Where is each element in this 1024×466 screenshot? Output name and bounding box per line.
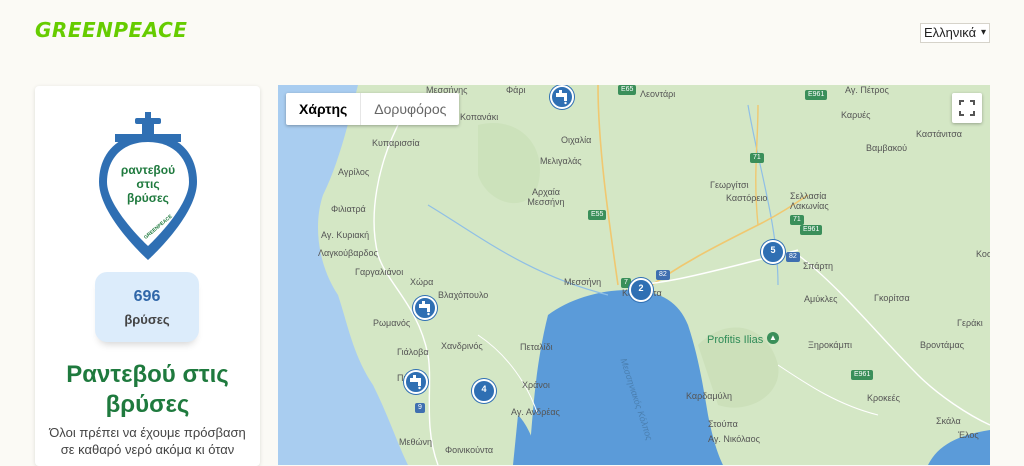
route-shield: 9 <box>415 403 425 413</box>
language-select[interactable]: Ελληνικά ▾ <box>920 23 990 43</box>
route-shield: 82 <box>656 270 670 280</box>
fountain-count-label: βρύσες <box>124 312 170 327</box>
place-label: Μελιγαλάς <box>540 156 582 166</box>
park-label: Profitis Ilias <box>707 334 764 346</box>
place-label: Λεοντάρι <box>640 89 676 99</box>
place-label: Φοινικούντα <box>445 445 494 455</box>
cluster-count: 2 <box>638 283 644 293</box>
language-select-value: Ελληνικά <box>924 25 977 40</box>
place-label: Σπάρτη <box>803 261 833 271</box>
place-label: Αγρίλος <box>338 167 370 177</box>
place-label: Έλος <box>958 430 979 440</box>
fountain-count-value: 696 <box>133 288 161 305</box>
fountain-count-box: 696 βρύσες <box>95 272 199 342</box>
place-label: Αγ. Κυριακή <box>321 230 370 240</box>
fountain-marker[interactable] <box>404 370 428 394</box>
route-shield: 82 <box>786 252 800 262</box>
place-label: Γεωργίτσι <box>710 180 749 190</box>
mountain-icon: ▲ <box>767 332 779 344</box>
place-label: Κοσ <box>976 249 990 259</box>
place-label: Ξηροκάμπι <box>808 340 852 350</box>
badge-line-1: ραντεβού <box>121 163 175 177</box>
greenpeace-logo[interactable]: GREENPEACE <box>35 18 187 42</box>
place-label: Ρωμανός <box>373 318 411 328</box>
place-label: Κροκεές <box>867 393 900 403</box>
place-label: Πεταλίδι <box>520 342 553 352</box>
badge-line-2: στις <box>136 177 159 191</box>
fountain-badge-icon: ραντεβού στις βρύσες GREENPEACE <box>99 112 197 260</box>
fountain-cluster-marker[interactable]: 4 <box>472 379 496 403</box>
place-label: Καστόρειο <box>726 193 768 203</box>
place-label: Φάρι <box>506 85 526 95</box>
place-label: Σελλασία Λακωνίας <box>790 191 829 211</box>
place-label: Κυπαρισσία <box>372 138 420 148</box>
chevron-down-icon: ▾ <box>980 27 986 38</box>
place-label: Αγ. Νικόλαος <box>708 434 760 444</box>
badge-line-3: βρύσες <box>127 191 169 205</box>
fountain-marker[interactable] <box>550 85 574 109</box>
place-label: Γαργαλιάνοι <box>355 267 404 277</box>
map-view[interactable]: Μεσσήνης Φάρι Λεοντάρι Αγ. Πέτρος Κοπανά… <box>278 85 990 465</box>
tap-icon <box>419 301 430 316</box>
cluster-count: 4 <box>481 384 487 394</box>
info-card: ραντεβού στις βρύσες GREENPEACE 696 βρύσ… <box>35 86 260 466</box>
place-label: Γκορίτσα <box>874 293 910 303</box>
place-label: Χανδρινός <box>441 341 483 351</box>
cluster-count: 5 <box>770 245 776 255</box>
place-label: Γεράκι <box>957 318 983 328</box>
place-label: Κοπανάκι <box>460 112 499 122</box>
place-label: Καστάνιτσα <box>916 129 962 139</box>
fountain-marker[interactable] <box>413 296 437 320</box>
place-label: Μεθώνη <box>399 437 433 447</box>
route-shield: 71 <box>750 153 764 163</box>
route-shield: E961 <box>805 90 828 100</box>
fountain-cluster-marker[interactable]: 5 <box>761 240 785 264</box>
place-label: Χώρα <box>410 277 434 287</box>
card-title: Ραντεβού στις βρύσες <box>66 361 229 418</box>
fullscreen-icon <box>959 100 975 116</box>
place-label: Οιχαλία <box>561 135 592 145</box>
place-label: Βλαχόπουλο <box>438 290 489 300</box>
place-label: Βαμβακού <box>866 143 908 153</box>
place-label: Αγ. Ανδρέας <box>511 407 560 417</box>
tab-satellite[interactable]: Δορυφόρος <box>361 93 459 125</box>
map-type-control: Χάρτης Δορυφόρος <box>286 93 460 125</box>
place-label: Φιλιατρά <box>331 204 366 214</box>
place-label: Λαγκούβαρδος <box>318 248 378 258</box>
route-shield: 71 <box>790 215 804 225</box>
fullscreen-button[interactable] <box>952 93 982 123</box>
route-shield: E65 <box>618 85 637 95</box>
place-label: Σκάλα <box>936 416 961 426</box>
route-shield: E961 <box>851 370 874 380</box>
place-label: Στούπα <box>708 419 738 429</box>
route-shield: E55 <box>588 210 607 220</box>
tap-icon <box>556 90 567 105</box>
fountain-cluster-marker[interactable]: 2 <box>629 278 653 302</box>
place-label: Γιάλοβα <box>397 347 429 357</box>
place-label: Καρυές <box>841 110 871 120</box>
route-shield: E961 <box>800 225 823 235</box>
card-description: Όλοι πρέπει να έχουμε πρόσβαση σε καθαρό… <box>49 425 246 457</box>
top-bar: GREENPEACE Ελληνικά ▾ <box>0 0 1024 70</box>
tap-icon <box>410 375 421 390</box>
place-label: Αρχαία Μεσσήνη <box>527 187 565 207</box>
place-label: Μεσσήνη <box>564 277 602 287</box>
place-label: Αγ. Πέτρος <box>845 85 889 95</box>
place-label: Βροντάμας <box>920 340 964 350</box>
place-label: Καρδαμύλη <box>686 391 733 401</box>
tab-map[interactable]: Χάρτης <box>286 93 362 125</box>
place-label: Χράνοι <box>522 380 550 390</box>
place-label: Αμύκλες <box>804 294 838 304</box>
